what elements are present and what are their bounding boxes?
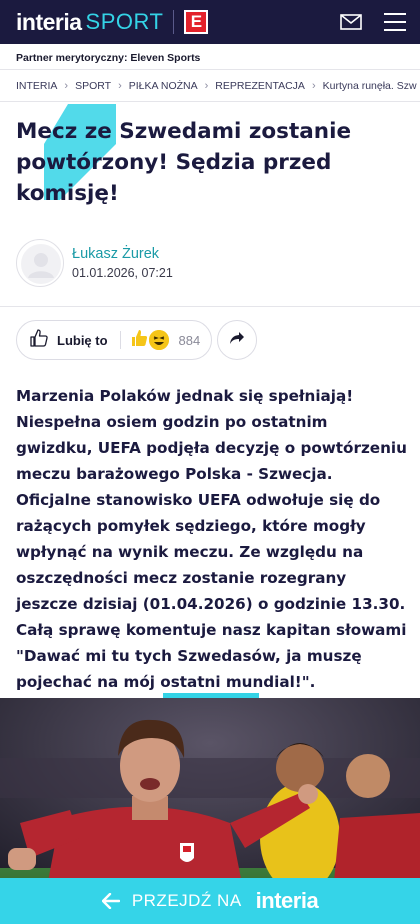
thumbs-up-icon [29, 328, 49, 353]
author-name-link[interactable]: Łukasz Żurek [72, 246, 159, 262]
breadcrumb-chevron-icon: › [64, 80, 69, 92]
go-to-interia-bar[interactable]: PRZEJDŹ NA interia [0, 878, 420, 924]
share-button[interactable] [217, 320, 257, 360]
divider [0, 69, 420, 70]
menu-icon[interactable] [384, 13, 406, 31]
reaction-count: 884 [178, 332, 201, 348]
eleven-badge-icon[interactable]: E [184, 10, 209, 34]
partner-label: Partner merytoryczny: Eleven Sports [16, 52, 201, 64]
logo-sport-text: SPORT [85, 9, 164, 34]
breadcrumb-item-pilka-nozna[interactable]: PIŁKA NOŻNA [129, 80, 198, 92]
thumbs-up-emoji-icon [129, 328, 149, 353]
divider [0, 101, 420, 102]
divider [0, 306, 420, 307]
breadcrumb-chevron-icon: › [118, 80, 122, 92]
logo-divider [173, 10, 175, 34]
logo-interia-text: interia [16, 8, 82, 35]
breadcrumb-item-reprezentacja[interactable]: REPREZENTACJA [215, 80, 305, 92]
mail-icon[interactable] [340, 14, 362, 30]
article-lead: Marzenia Polaków jednak się spełniają! N… [16, 387, 407, 691]
like-button[interactable]: Lubię to 884 [16, 320, 212, 360]
share-arrow-icon [229, 331, 245, 350]
go-to-label: PRZEJDŹ NA [131, 891, 242, 910]
reaction-emojis[interactable] [129, 328, 169, 353]
publish-date: 01.01.2026, 07:21 [72, 266, 173, 280]
author-avatar[interactable] [16, 239, 64, 287]
breadcrumb-item-sport[interactable]: SPORT [75, 80, 111, 92]
breadcrumb-chevron-icon: › [311, 80, 316, 92]
arrow-left-icon [101, 893, 120, 909]
site-logo[interactable]: interia SPORT E [16, 8, 209, 36]
article-title: Mecz ze Szwedami zostanie powtórzony! Sę… [16, 119, 352, 206]
header-actions [340, 13, 406, 31]
breadcrumb-item-current: Kurtyna runęła. Szw [322, 80, 417, 92]
interia-logo: interia [255, 888, 319, 913]
breadcrumb: INTERIA › SPORT › PIŁKA NOŻNA › REPREZEN… [16, 80, 420, 92]
like-label: Lubię to [57, 332, 108, 348]
breadcrumb-item-interia[interactable]: INTERIA [16, 80, 57, 92]
top-navigation-bar: interia SPORT E [0, 0, 420, 44]
divider [119, 331, 121, 349]
laughing-emoji-icon [148, 330, 169, 350]
breadcrumb-chevron-icon: › [204, 80, 209, 92]
